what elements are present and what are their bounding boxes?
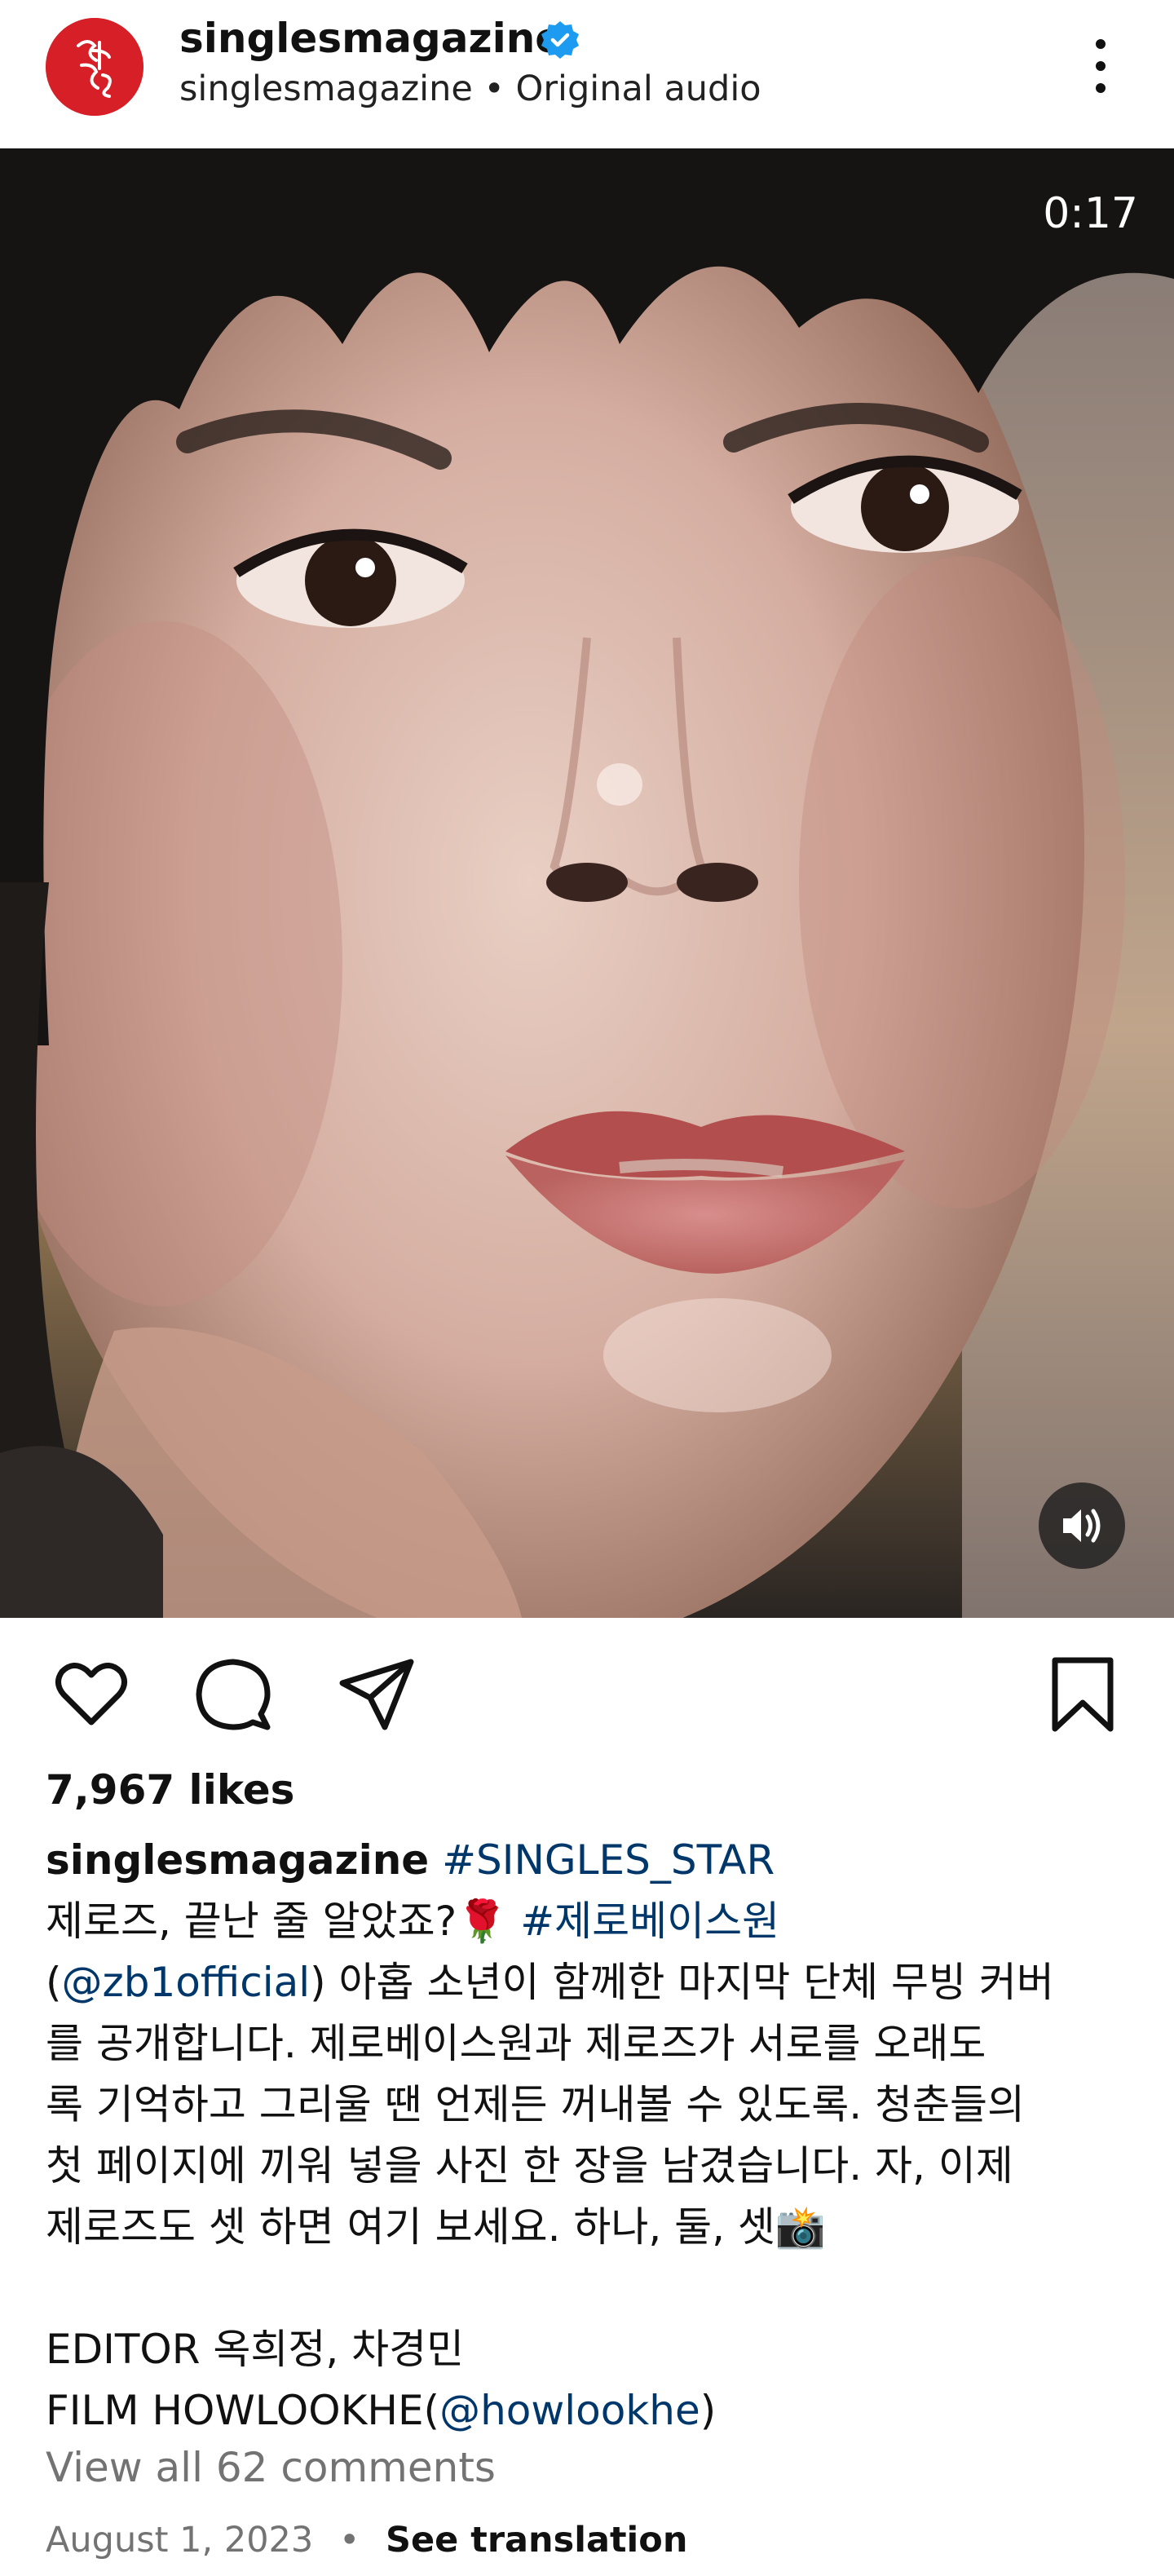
mention-link[interactable]: @howlookhe	[439, 2387, 700, 2434]
audio-toggle-button[interactable]	[1039, 1482, 1125, 1569]
post-date: August 1, 2023	[46, 2520, 314, 2561]
hashtag-link[interactable]: #제로베이스원	[520, 1898, 779, 1945]
likes-count[interactable]: 7,967 likes	[46, 1766, 294, 1814]
caption-film: FILM HOWLOOKHE(@howlookhe)	[46, 2380, 1138, 2441]
caption-line-2: 제로즈, 끝난 줄 알았죠?🌹 #제로베이스원	[46, 1891, 1138, 1952]
like-button[interactable]	[51, 1654, 132, 1735]
caption-text: 제로즈, 끝난 줄 알았죠?🌹	[46, 1898, 521, 1945]
caption-line-6: 첫 페이지에 끼워 넣을 사진 한 장을 남겼습니다. 자, 이제	[46, 2142, 1013, 2189]
post-caption: singlesmagazine #SINGLES_STAR 제로즈, 끝난 줄 …	[46, 1830, 1138, 2441]
heart-icon	[55, 1663, 127, 1725]
comment-icon	[196, 1659, 271, 1730]
hashtag-link[interactable]: #SINGLES_STAR	[442, 1836, 775, 1884]
magazine-logo-icon	[46, 18, 143, 116]
caption-text: FILM HOWLOOKHE(	[46, 2387, 440, 2434]
post-footer: August 1, 2023 • See translation	[46, 2520, 687, 2561]
video-player[interactable]: 0:17	[0, 148, 1174, 1618]
volume-icon	[1063, 1509, 1101, 1543]
mention-link[interactable]: @zb1official	[62, 1959, 311, 2006]
action-bar	[0, 1618, 1174, 1756]
avatar[interactable]	[46, 18, 143, 116]
caption-editor: EDITOR 옥희정, 차경민	[46, 2326, 465, 2373]
caption-line-4: 를 공개합니다. 제로베이스원과 제로즈가 서로를 오래도	[46, 2020, 986, 2067]
username[interactable]: singlesmagazine	[179, 15, 563, 62]
save-button[interactable]	[1042, 1654, 1123, 1735]
comment-button[interactable]	[192, 1654, 274, 1735]
share-button[interactable]	[336, 1654, 417, 1735]
video-frame	[0, 148, 1174, 1618]
caption-line-7: 제로즈도 셋 하면 여기 보세요. 하나, 둘, 셋📸	[46, 2203, 827, 2251]
more-vertical-icon[interactable]	[1076, 29, 1125, 103]
caption-text: )	[700, 2387, 717, 2434]
caption-line-1: singlesmagazine #SINGLES_STAR	[46, 1830, 1138, 1891]
caption-line-3: (@zb1official) 아홉 소년이 함께한 마지막 단체 무빙 커버	[46, 1952, 1138, 2013]
verified-badge-icon	[541, 21, 579, 59]
post-header: singlesmagazine singlesmagazine • Origin…	[0, 0, 1174, 148]
see-translation-link[interactable]: See translation	[386, 2520, 687, 2561]
caption-text: ) 아홉 소년이 함께한 마지막 단체 무빙 커버	[310, 1959, 1054, 2006]
separator-dot: •	[338, 2520, 360, 2561]
caption-line-5: 록 기억하고 그리울 땐 언제든 꺼내볼 수 있도록. 청춘들의	[46, 2081, 1026, 2128]
view-all-comments-link[interactable]: View all 62 comments	[46, 2444, 496, 2491]
post-subtitle[interactable]: singlesmagazine • Original audio	[179, 68, 761, 109]
share-icon	[339, 1659, 414, 1730]
caption-author[interactable]: singlesmagazine	[46, 1836, 429, 1884]
bookmark-icon	[1052, 1657, 1114, 1732]
video-timer: 0:17	[1043, 189, 1138, 238]
caption-text: (	[46, 1959, 62, 2006]
